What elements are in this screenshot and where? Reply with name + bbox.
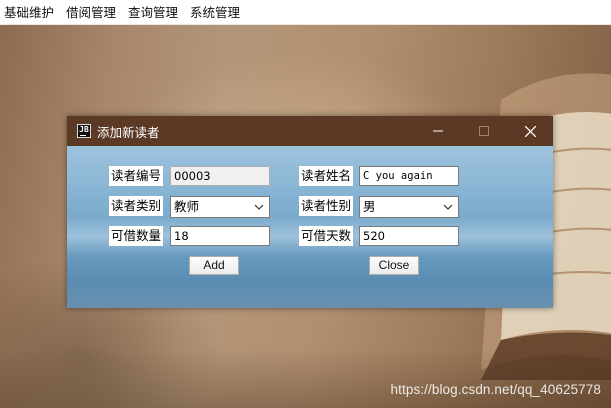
maximize-button[interactable]	[461, 116, 507, 146]
close-window-button[interactable]	[507, 116, 553, 146]
borrow-count-label: 可借数量	[109, 226, 164, 246]
reader-id-label: 读者编号	[109, 166, 164, 186]
minimize-button[interactable]	[415, 116, 461, 146]
borrow-count-field[interactable]: 18	[170, 226, 270, 246]
dialog-title: 添加新读者	[97, 124, 160, 140]
reader-type-select[interactable]: 教师	[170, 196, 270, 218]
menu-system-management[interactable]: 系统管理	[184, 0, 246, 25]
jetbrains-icon: JB	[77, 124, 91, 138]
menu-borrow-management[interactable]: 借阅管理	[60, 0, 122, 25]
watermark-text: https://blog.csdn.net/qq_40625778	[390, 382, 601, 397]
add-button[interactable]: Add	[189, 256, 239, 275]
minimize-icon	[433, 130, 443, 132]
reader-name-field[interactable]: C you again	[359, 166, 459, 186]
dialog-body: 读者编号 00003 读者姓名 C you again 读者类别 教师 读者性别…	[67, 146, 553, 308]
borrow-days-field[interactable]: 520	[359, 226, 459, 246]
menu-basic-maintenance[interactable]: 基础维护	[0, 0, 60, 25]
reader-type-value: 教师	[174, 199, 200, 214]
background-shadow	[0, 348, 611, 408]
chevron-down-icon	[254, 204, 264, 210]
close-button[interactable]: Close	[369, 256, 419, 275]
menu-bar: 基础维护 借阅管理 查询管理 系统管理	[0, 0, 611, 25]
app-icon-text: JB	[79, 125, 89, 134]
reader-type-label: 读者类别	[109, 196, 164, 216]
reader-gender-label: 读者性别	[299, 196, 354, 216]
chevron-down-icon	[443, 204, 453, 210]
menu-query-management[interactable]: 查询管理	[122, 0, 184, 25]
reader-name-label: 读者姓名	[299, 166, 354, 186]
maximize-icon	[479, 126, 489, 136]
add-reader-dialog: JB 添加新读者 读者编号 00003 读者姓名 C you again 读者类…	[67, 116, 553, 308]
close-icon	[524, 125, 536, 137]
reader-gender-select[interactable]: 男	[359, 196, 459, 218]
reader-id-field[interactable]: 00003	[170, 166, 270, 186]
dialog-titlebar[interactable]: JB 添加新读者	[67, 116, 553, 146]
reader-gender-value: 男	[363, 199, 376, 214]
borrow-days-label: 可借天数	[299, 226, 354, 246]
